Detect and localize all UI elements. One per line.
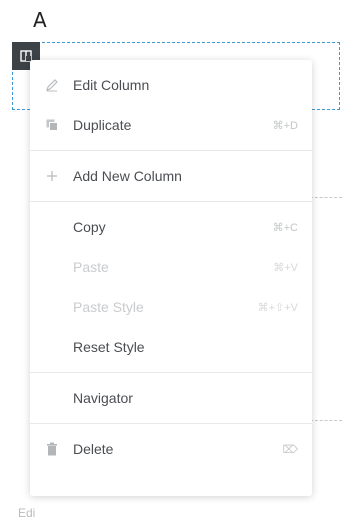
pencil-icon — [44, 77, 60, 93]
figure-label: A — [33, 8, 47, 32]
menu-group: Edit Column Duplicate ⌘+D — [30, 60, 312, 151]
keyboard-shortcut: ⌘+D — [272, 119, 298, 132]
menu-item-label: Add New Column — [73, 168, 182, 184]
menu-item-label: Reset Style — [73, 339, 145, 355]
keyboard-shortcut: ⌘+V — [273, 261, 298, 274]
menu-item-label: Copy — [73, 219, 106, 235]
background-divider — [310, 197, 342, 198]
keyboard-shortcut: ⌘+⇧+V — [257, 301, 298, 314]
menu-item-delete[interactable]: Delete ⌦ — [30, 429, 312, 469]
menu-item-label: Navigator — [73, 390, 133, 406]
menu-item-edit-column[interactable]: Edit Column — [30, 65, 312, 105]
menu-item-label: Delete — [73, 441, 114, 457]
keyboard-shortcut: ⌘+C — [272, 221, 298, 234]
context-menu: Edit Column Duplicate ⌘+D Add New Column Cop… — [30, 60, 312, 496]
keyboard-shortcut: ⌦ — [282, 443, 298, 456]
menu-item-paste-style: Paste Style ⌘+⇧+V — [30, 287, 312, 327]
menu-item-add-new-column[interactable]: Add New Column — [30, 156, 312, 196]
menu-item-label: Paste — [73, 259, 109, 275]
menu-item-copy[interactable]: Copy ⌘+C — [30, 207, 312, 247]
duplicate-icon — [44, 117, 60, 133]
background-divider — [310, 420, 342, 421]
menu-group: Navigator — [30, 373, 312, 424]
menu-group: Add New Column — [30, 151, 312, 202]
editor-canvas: A Edi Edit Column Duplicate ⌘+D Add New Col… — [0, 0, 349, 519]
menu-item-duplicate[interactable]: Duplicate ⌘+D — [30, 105, 312, 145]
menu-item-navigator[interactable]: Navigator — [30, 378, 312, 418]
menu-group: Delete ⌦ — [30, 424, 312, 474]
menu-item-paste: Paste ⌘+V — [30, 247, 312, 287]
plus-icon — [44, 168, 60, 184]
menu-group: Copy ⌘+C Paste ⌘+V Paste Style ⌘+⇧+V Reset Sty… — [30, 202, 312, 373]
menu-item-label: Paste Style — [73, 299, 144, 315]
menu-item-reset-style[interactable]: Reset Style — [30, 327, 312, 367]
menu-item-label: Edit Column — [73, 77, 150, 93]
background-text-fragment: Edi — [18, 506, 36, 519]
trash-icon — [44, 441, 60, 457]
menu-item-label: Duplicate — [73, 117, 132, 133]
